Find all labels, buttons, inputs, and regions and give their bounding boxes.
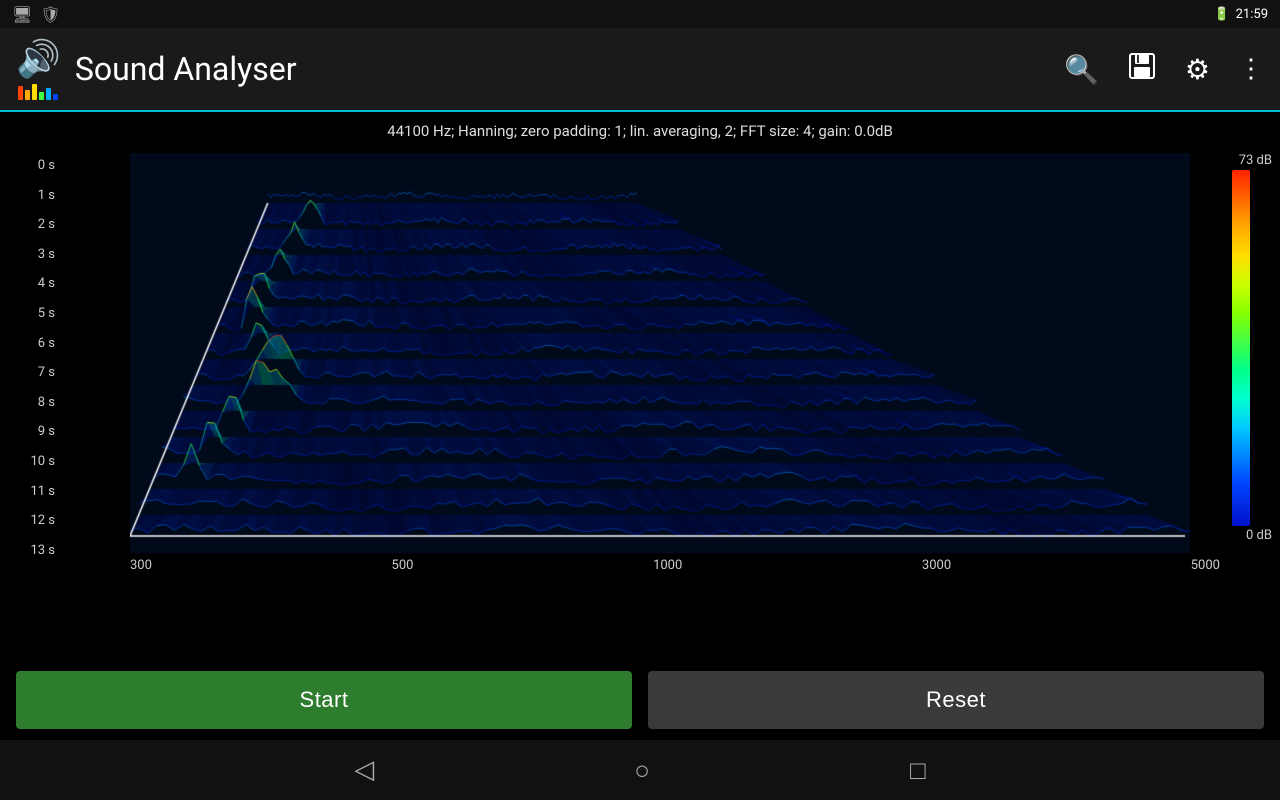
db-scale: 73 dB 0 dB [1232, 153, 1272, 543]
recent-button[interactable]: □ [910, 755, 926, 786]
app-bar-actions: 🔍 ⚙ ⋮ [1064, 51, 1264, 88]
more-menu-button[interactable]: ⋮ [1238, 54, 1264, 84]
spectrogram-canvas [130, 153, 1190, 553]
y-axis-label: 12 s [10, 513, 55, 528]
y-axis-label: 9 s [10, 424, 55, 439]
y-axis-label: 6 s [10, 336, 55, 351]
nav-bar: ◁ ○ □ [0, 740, 1280, 800]
db-top-label: 73 dB [1239, 153, 1272, 168]
color-scale-bar [1232, 170, 1250, 526]
y-axis-label: 11 s [10, 484, 55, 499]
shield-icon: 🛡 [40, 5, 60, 24]
app-title: Sound Analyser [75, 50, 297, 88]
sound-bars [18, 82, 58, 100]
x-axis-label: 3000 [922, 558, 951, 573]
status-bar: 🖥 🛡 🔋 21:59 [0, 0, 1280, 28]
y-axis-label: 5 s [10, 306, 55, 321]
time-display: 21:59 [1236, 7, 1268, 22]
status-right: 🔋 21:59 [1213, 7, 1268, 22]
y-axis-label: 13 s [10, 543, 55, 558]
back-button[interactable]: ◁ [354, 755, 374, 785]
reset-button[interactable]: Reset [648, 671, 1264, 729]
y-axis-label: 2 s [10, 217, 55, 232]
y-axis-label: 3 s [10, 247, 55, 262]
start-button[interactable]: Start [16, 671, 632, 729]
y-axis-labels: 0 s 1 s 2 s 3 s 4 s 5 s 6 s 7 s 8 s 9 s 10 s 11 s 12… [10, 158, 55, 558]
speaker-icon: 🔊 [16, 38, 61, 80]
settings-button[interactable]: ⚙ [1185, 53, 1210, 86]
save-button[interactable] [1127, 51, 1157, 88]
app-bar: 🔊 Sound Analyser 🔍 ⚙ ⋮ [0, 28, 1280, 112]
y-axis-label: 7 s [10, 365, 55, 380]
button-area: Start Reset [0, 660, 1280, 740]
screen-icon: 🖥 [12, 5, 32, 24]
search-button[interactable]: 🔍 [1064, 53, 1099, 86]
y-axis-label: 0 s [10, 158, 55, 173]
settings-info: 44100 Hz; Hanning; zero padding: 1; lin.… [0, 122, 1280, 140]
y-axis-label: 8 s [10, 395, 55, 410]
y-axis-label: 1 s [10, 188, 55, 203]
x-axis-label: 1000 [653, 558, 682, 573]
home-button[interactable]: ○ [634, 755, 650, 786]
x-axis-label: 5000 [1191, 558, 1220, 573]
x-axis-labels: 300 500 1000 3000 5000 [130, 558, 1220, 573]
y-axis-label: 4 s [10, 276, 55, 291]
y-axis-label: 10 s [10, 454, 55, 469]
x-axis-label: 300 [130, 558, 152, 573]
x-axis-label: 500 [392, 558, 414, 573]
main-content: 44100 Hz; Hanning; zero padding: 1; lin.… [0, 112, 1280, 660]
status-left: 🖥 🛡 [12, 5, 61, 24]
battery-icon: 🔋 [1213, 7, 1229, 22]
app-bar-left: 🔊 Sound Analyser [16, 38, 297, 100]
visualization-container: 0 s 1 s 2 s 3 s 4 s 5 s 6 s 7 s 8 s 9 s 10 s 11 s 12… [0, 148, 1280, 578]
app-icon: 🔊 [16, 38, 61, 100]
db-bottom-label: 0 dB [1246, 528, 1272, 543]
